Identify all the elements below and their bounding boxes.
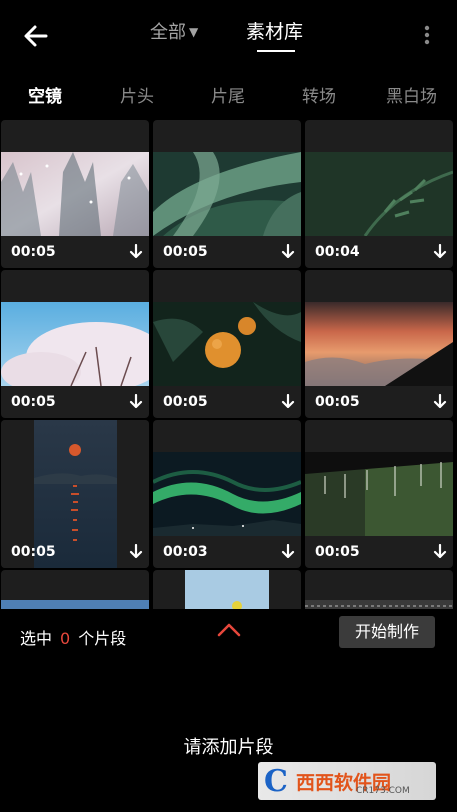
clip-card[interactable]: 00:05: [305, 270, 453, 418]
start-making-button[interactable]: 开始制作: [339, 616, 435, 648]
clip-duration: 00:05: [315, 544, 360, 560]
tab-all[interactable]: 全部 ▼: [150, 18, 198, 44]
download-icon[interactable]: [433, 394, 447, 410]
more-options-icon[interactable]: [415, 20, 439, 50]
selected-count: 0: [60, 629, 71, 648]
chevron-up-icon[interactable]: [216, 621, 242, 639]
clip-thumbnail-sunset-clouds: [305, 302, 453, 386]
clip-duration: 00:03: [163, 544, 208, 560]
tab-all-label: 全部: [150, 22, 186, 43]
watermark-url: CR173.COM: [356, 786, 410, 796]
clip-card[interactable]: 00:05: [1, 270, 149, 418]
tab-material-library[interactable]: 素材库: [246, 17, 303, 44]
clip-duration: 00:05: [11, 544, 56, 560]
selected-prefix: 选中: [20, 629, 53, 648]
clip-duration: 00:05: [11, 244, 56, 260]
clip-thumbnail-partial: [1, 600, 149, 609]
watermark-brand-letter: C: [264, 764, 288, 799]
clip-duration: 00:05: [163, 394, 208, 410]
clip-card[interactable]: 00:05: [153, 120, 301, 268]
category-tab-intro[interactable]: 片头: [120, 82, 154, 107]
category-tab-outro[interactable]: 片尾: [211, 82, 245, 107]
clip-thumbnail-oranges-on-tree: [153, 302, 301, 386]
tab-material-library-label: 素材库: [246, 21, 304, 43]
clip-thumbnail-green-leaves: [153, 152, 301, 236]
category-tab-transition[interactable]: 转场: [302, 82, 336, 107]
download-icon[interactable]: [433, 244, 447, 260]
clip-duration: 00:05: [315, 394, 360, 410]
selected-suffix: 个片段: [78, 629, 127, 648]
download-icon[interactable]: [281, 244, 295, 260]
clip-card[interactable]: 00:05: [1, 420, 149, 568]
category-tab-black-white[interactable]: 黑白场: [386, 82, 437, 107]
download-icon[interactable]: [129, 244, 143, 260]
category-tab-empty-shot[interactable]: 空镜: [28, 82, 62, 107]
clip-grid: 00:05 00:05 00:04 00:05 00:05 00:05 00:0…: [0, 118, 457, 609]
clip-card[interactable]: 00:04: [305, 120, 453, 268]
clip-thumbnail-dark-green-foliage: [305, 152, 453, 236]
dropdown-triangle-icon: ▼: [189, 25, 199, 39]
download-icon[interactable]: [129, 394, 143, 410]
clip-duration: 00:05: [163, 244, 208, 260]
top-bar: 全部 ▼ 素材库: [0, 0, 457, 72]
clip-thumbnail-snowy-forest: [1, 152, 149, 236]
clip-duration: 00:04: [315, 244, 360, 260]
clip-duration: 00:05: [11, 394, 56, 410]
clip-card[interactable]: [153, 570, 301, 609]
clip-thumbnail-partial: [305, 600, 453, 609]
clip-thumbnail-cherry-blossoms: [1, 302, 149, 386]
selected-count-text: 选中 0 个片段: [20, 625, 126, 649]
clip-card[interactable]: 00:05: [305, 420, 453, 568]
download-icon[interactable]: [281, 394, 295, 410]
category-tabs: 空镜 片头 片尾 转场 黑白场: [0, 82, 457, 108]
clip-card[interactable]: [305, 570, 453, 609]
watermark-logo: C 西西软件园 CR173.COM: [258, 762, 436, 800]
back-arrow-icon[interactable]: [20, 20, 52, 52]
download-icon[interactable]: [281, 544, 295, 560]
active-tab-indicator: [257, 50, 295, 52]
download-icon[interactable]: [129, 544, 143, 560]
clip-card[interactable]: 00:05: [1, 120, 149, 268]
clip-card[interactable]: 00:03: [153, 420, 301, 568]
clip-card[interactable]: [1, 570, 149, 609]
clip-thumbnail-partial: [185, 570, 269, 609]
download-icon[interactable]: [433, 544, 447, 560]
add-clips-hint: 请添加片段: [183, 737, 274, 758]
clip-thumbnail-aurora: [153, 452, 301, 536]
clip-thumbnail-rain-on-roof: [305, 452, 453, 536]
clip-card[interactable]: 00:05: [153, 270, 301, 418]
